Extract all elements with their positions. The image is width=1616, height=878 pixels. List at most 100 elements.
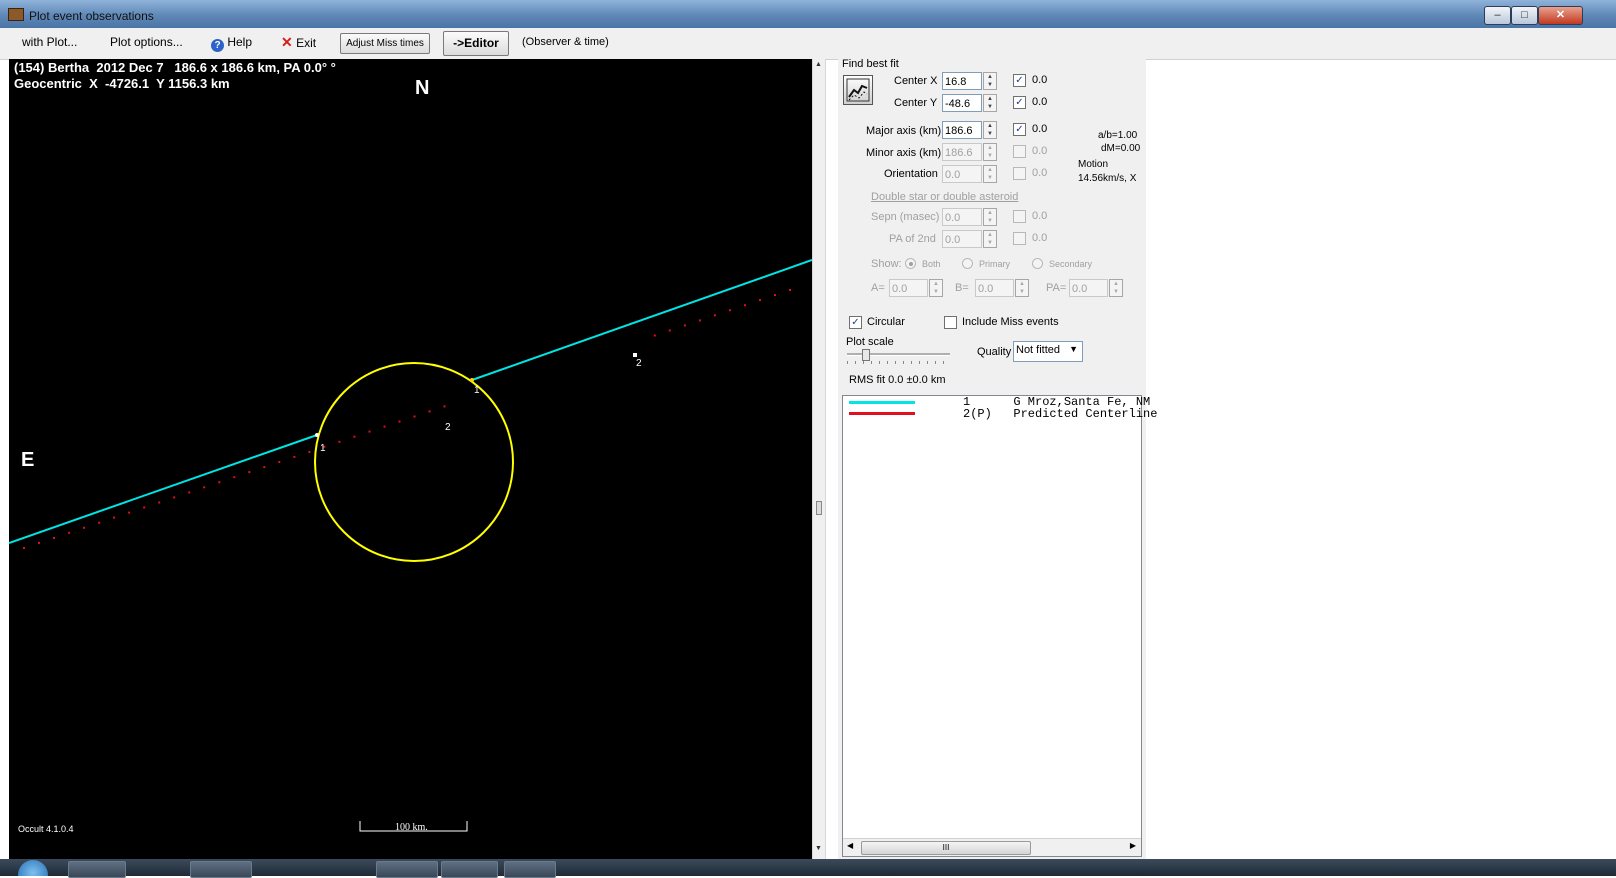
asteroid-profile <box>314 362 514 562</box>
motion-value: 14.56km/s, X <box>1078 173 1137 184</box>
taskbar-app-2[interactable] <box>190 861 252 878</box>
menu-with-plot[interactable]: with Plot... <box>22 35 77 49</box>
circular-label: Circular <box>867 316 905 328</box>
major-axis-checkbox[interactable]: ✓ <box>1013 123 1026 136</box>
taskbar-app-5[interactable] <box>504 861 556 878</box>
pa-2nd-input[interactable]: 0.0 <box>942 230 982 248</box>
splitter-grip[interactable] <box>816 501 822 515</box>
center-x-label: Center X <box>894 75 938 87</box>
menu-plot-options[interactable]: Plot options... <box>110 35 183 49</box>
motion-label: Motion <box>1078 159 1109 170</box>
sepn-checkbox[interactable] <box>1013 210 1026 223</box>
taskbar-app-3[interactable] <box>376 861 438 878</box>
center-x-spinner[interactable]: ▲ ▼ <box>983 72 997 90</box>
include-miss-checkbox[interactable] <box>944 316 957 329</box>
menu-exit[interactable]: ✕ Exit <box>281 34 316 51</box>
center-y-checkbox[interactable]: ✓ <box>1013 96 1026 109</box>
b-label: B= <box>955 282 969 294</box>
pa-2nd-check-label: 0.0 <box>1032 232 1048 244</box>
event-plot-area[interactable]: 1 1 2 2 N E 100 km. Occult 4.1.0.4 (154)… <box>9 59 812 859</box>
show-both-radio[interactable] <box>905 258 916 269</box>
quality-dropdown[interactable]: Not fitted ▼ <box>1013 341 1083 362</box>
pa-2nd-label: PA of 2nd <box>889 233 936 245</box>
start-button[interactable] <box>18 860 48 876</box>
menu-help[interactable]: ? Help <box>211 35 252 52</box>
orientation-input[interactable]: 0.0 <box>942 165 982 183</box>
show-secondary-radio[interactable] <box>1032 258 1043 269</box>
double-star-label: Double star or double asteroid <box>871 191 1019 203</box>
chord-2-near-label: 2 <box>445 422 451 433</box>
center-y-spinner[interactable]: ▲ ▼ <box>983 94 997 112</box>
legend-swatch-observer <box>849 401 915 404</box>
b-input[interactable]: 0.0 <box>975 279 1014 297</box>
scroll-down-arrow-icon[interactable]: ▼ <box>815 845 822 852</box>
predicted-centerline-dot <box>428 410 431 413</box>
taskbar-app-1[interactable] <box>68 861 126 878</box>
minor-axis-input[interactable]: 186.6 <box>942 143 982 161</box>
center-y-label: Center Y <box>894 97 938 109</box>
editor-button[interactable]: ->Editor <box>443 31 509 56</box>
predicted-centerline-dot <box>653 334 656 337</box>
scroll-left-arrow-icon[interactable]: ◀ <box>847 841 853 850</box>
panel-splitter[interactable]: ▲ ▼ <box>812 59 826 859</box>
scroll-up-arrow-icon[interactable]: ▲ <box>815 61 822 68</box>
sepn-spinner[interactable]: ▲ ▼ <box>983 208 997 226</box>
predicted-centerline-dot <box>53 536 55 539</box>
sepn-label: Sepn (masec) <box>871 211 940 223</box>
b-spinner[interactable]: ▲ ▼ <box>1015 279 1029 297</box>
predicted-centerline-dot <box>759 299 761 302</box>
adjust-miss-times-button[interactable]: Adjust Miss times <box>340 33 430 54</box>
observer-chord-left <box>9 434 318 544</box>
close-button[interactable]: ✕ <box>1538 6 1583 25</box>
pa-2nd-spinner[interactable]: ▲ ▼ <box>983 230 997 248</box>
center-y-input[interactable]: -48.6 <box>942 94 982 112</box>
taskbar-app-4[interactable] <box>441 861 498 878</box>
best-fit-chart-icon[interactable] <box>843 75 873 105</box>
pa-input[interactable]: 0.0 <box>1069 279 1108 297</box>
plot-scale-thumb[interactable] <box>862 349 870 361</box>
chord-1-reappear-label: 1 <box>474 385 480 396</box>
show-primary-radio[interactable] <box>962 258 973 269</box>
predicted-centerline-dot <box>233 476 236 479</box>
predicted-centerline-dot <box>383 425 386 428</box>
chord-1-reappear-marker <box>470 378 474 382</box>
ab-ratio-text: a/b=1.00 <box>1098 130 1138 141</box>
orientation-checkbox[interactable] <box>1013 167 1026 180</box>
red-x-icon: ✕ <box>281 34 293 50</box>
sepn-check-label: 0.0 <box>1032 210 1048 222</box>
legend-entry-predicted[interactable]: 2(P) Predicted Centerline <box>963 407 1157 421</box>
orientation-spinner[interactable]: ▲ ▼ <box>983 165 997 183</box>
a-input[interactable]: 0.0 <box>889 279 928 297</box>
a-spinner[interactable]: ▲ ▼ <box>929 279 943 297</box>
orientation-label: Orientation <box>884 168 938 180</box>
scroll-right-arrow-icon[interactable]: ▶ <box>1130 841 1136 850</box>
predicted-centerline-dot <box>23 547 25 549</box>
predicted-centerline-dot <box>398 420 401 423</box>
quality-label: Quality <box>977 346 1012 358</box>
circular-checkbox[interactable]: ✓ <box>849 316 862 329</box>
center-x-checkbox[interactable]: ✓ <box>1013 74 1026 87</box>
predicted-centerline-dot <box>728 309 731 312</box>
major-axis-spinner[interactable]: ▲ ▼ <box>983 121 997 139</box>
predicted-centerline-dot <box>143 506 146 509</box>
major-axis-input[interactable]: 186.6 <box>942 121 982 139</box>
legend-scroll-thumb[interactable]: III <box>861 841 1031 855</box>
observer-legend-list[interactable]: 1 G Mroz,Santa Fe, NM 2(P) Predicted Cen… <box>842 395 1157 857</box>
pa-spinner[interactable]: ▲ ▼ <box>1109 279 1123 297</box>
minor-axis-spinner[interactable]: ▲ ▼ <box>983 143 997 161</box>
window-title-bar[interactable]: Plot event observations – □ ✕ <box>0 0 1616 28</box>
maximize-button[interactable]: □ <box>1511 6 1538 25</box>
pa-2nd-checkbox[interactable] <box>1013 232 1026 245</box>
north-label: N <box>415 77 429 99</box>
center-x-input[interactable]: 16.8 <box>942 72 982 90</box>
chord-2-far-label: 2 <box>636 358 642 369</box>
sepn-input[interactable]: 0.0 <box>942 208 982 226</box>
minimize-button[interactable]: – <box>1484 6 1511 25</box>
minor-axis-checkbox[interactable] <box>1013 145 1026 158</box>
predicted-centerline-dot <box>338 440 341 443</box>
predicted-centerline-dot <box>68 531 71 534</box>
plot-scale-slider[interactable] <box>847 349 950 369</box>
legend-horizontal-scrollbar[interactable]: ◀ III ▶ <box>843 838 1141 856</box>
observer-time-menu[interactable]: (Observer & time) <box>522 36 609 48</box>
predicted-centerline <box>23 289 791 549</box>
